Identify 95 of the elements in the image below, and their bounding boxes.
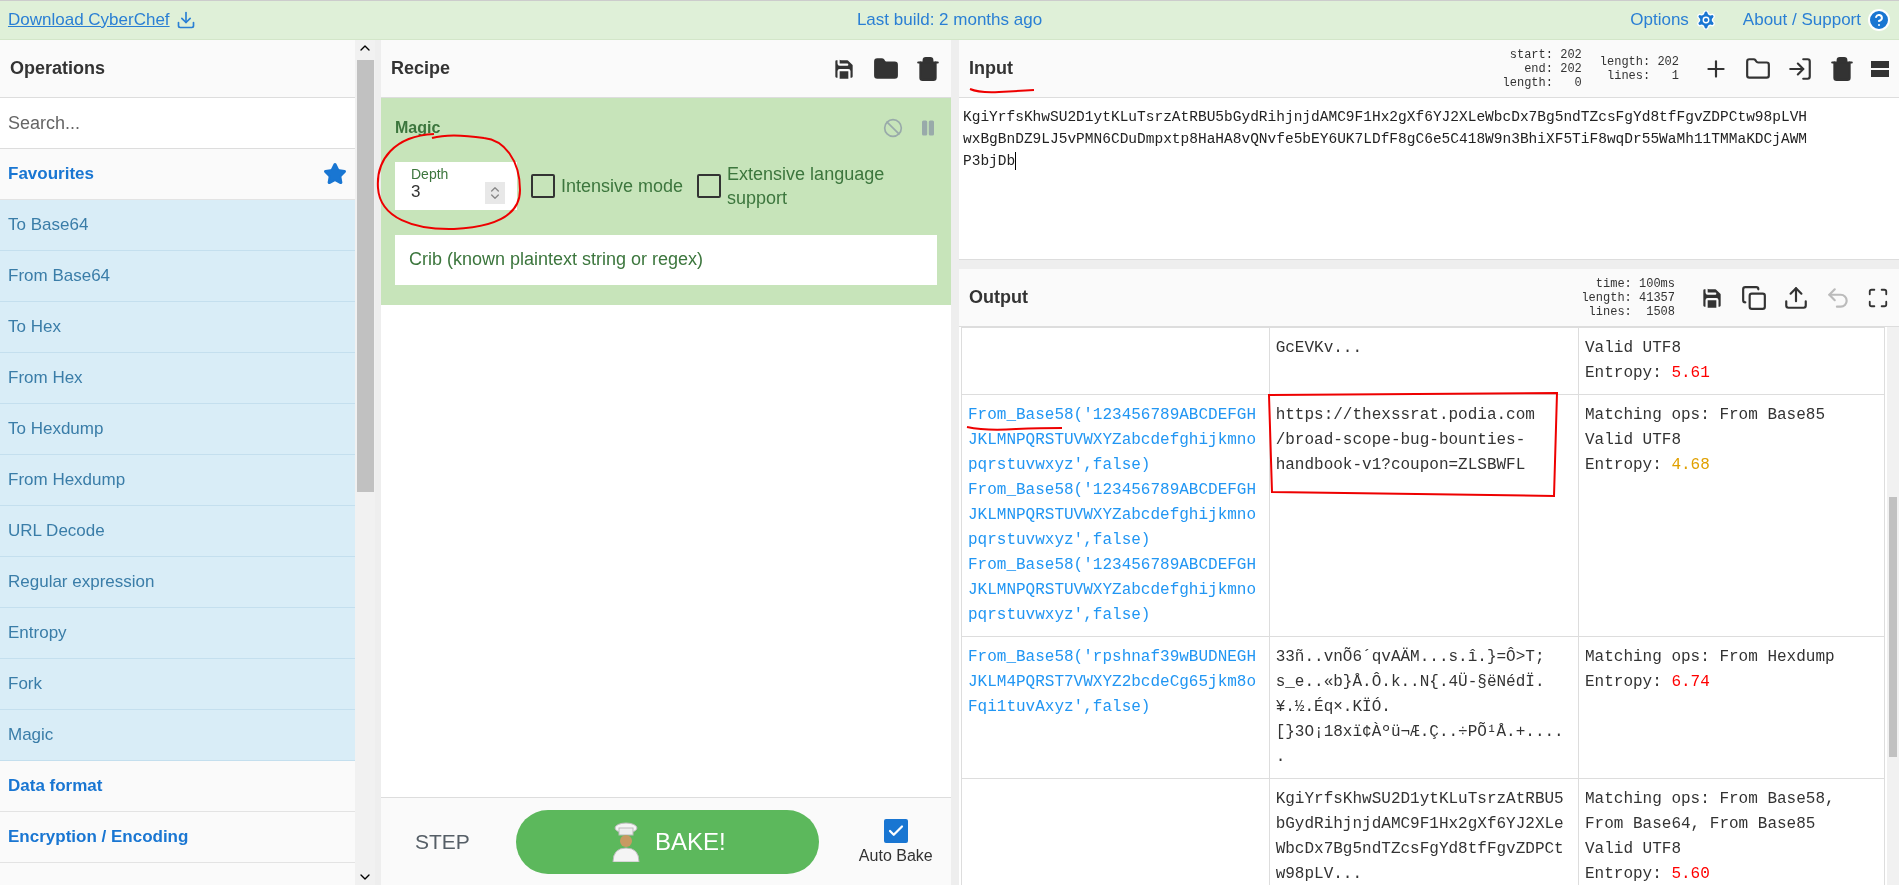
input-title: Input	[969, 58, 1013, 79]
checkbox-label: Intensive mode	[561, 175, 684, 199]
result-line: /broad-scope-bug-bounties-	[1275, 430, 1527, 451]
result-note: Matching ops: From Hexdump	[1585, 647, 1836, 668]
entropy-label: Entropy:	[1585, 672, 1662, 693]
result-line: GcEVKv...	[1275, 338, 1364, 359]
search-field[interactable]: Search...	[0, 98, 355, 149]
trash-icon[interactable]	[915, 55, 941, 82]
result-line: ¥.½.Éq×.KÏÓ.	[1275, 696, 1392, 718]
result-line: s_e..«b}Å.Ô.k..N{.4Ü-§ëNédÏ.	[1275, 671, 1546, 693]
input-text-line: KgiYrfsKhwSU2D1ytKLuTsrzAtRBU5bGydRihjnjdAMC9F1Hx2gXf6YJ2XLeWbcDx7Bg5ndTZcsFgYd8tfFgvZDPCtw98pLVH	[963, 109, 1808, 125]
import-icon[interactable]	[1787, 55, 1813, 82]
result-line: https://thexssrat.podia.com	[1275, 405, 1536, 426]
result-line: handbook-v1?coupon=ZLSBWFL	[1275, 455, 1527, 476]
last-build-text: Last build: 2 months ago	[856, 10, 1043, 30]
operations-title: Operations	[10, 58, 106, 79]
depth-label: Depth	[411, 166, 450, 183]
trash-icon[interactable]	[1829, 55, 1855, 82]
input-stat: length: 202	[1599, 54, 1679, 69]
entropy-value: 4.68	[1671, 455, 1710, 476]
result-line: WbcDx7Bg5ndTZcsFgYd8tfFgvZDPCt	[1275, 839, 1565, 860]
folder-icon[interactable]	[873, 55, 899, 82]
result-line: [}3O¡18xï¢Àºü¬Æ.Ç..÷PÕ¹Å.+....	[1275, 721, 1565, 743]
operation-title: Magic	[395, 119, 441, 137]
bake-button[interactable]: BAKE!	[515, 809, 819, 874]
result-line: bGydRihjnjdAMC9F1Hx2gXf6YJ2XLe	[1275, 814, 1565, 835]
depth-value: 3	[411, 182, 421, 203]
settings-icon	[1694, 9, 1717, 31]
operation-item[interactable]: Entropy	[0, 608, 355, 659]
input-stat: start: 202	[1509, 47, 1582, 62]
input-text-line: wxBgBnDZ9LJ5vPMN6CDuDmpxtp8HaHA8vQNvfe5bEY6UK7LDfF8gC6e5C418W9n3BhiXF5TiF8wqDr55WaMh11TMMaKDCjAWM	[963, 131, 1808, 147]
result-line: 33ñ..vnÕ6´qvAÄM...s.î.}=Ô>T;	[1275, 646, 1546, 668]
checkbox[interactable]	[531, 174, 555, 199]
step-button[interactable]: STEP	[409, 828, 476, 855]
about-link[interactable]: About / Support	[1742, 8, 1891, 32]
operation-item[interactable]: From Base64	[0, 251, 355, 302]
operation-item[interactable]: Regular expression	[0, 557, 355, 608]
operation-item[interactable]: URL Decode	[0, 506, 355, 557]
recipe-call[interactable]: From_Base58('123456789ABCDEFGHJKLMNPQRSTUVWXYZabcdefghijkmnopqrstuvwxyz',false)	[968, 403, 1257, 478]
operation-item[interactable]: To Hexdump	[0, 404, 355, 455]
input-text-line: P3bjDb	[963, 153, 1016, 169]
result-note: Matching ops: From Base85	[1585, 405, 1827, 426]
options-link[interactable]: Options	[1630, 9, 1717, 31]
result-note: Valid UTF8	[1585, 839, 1682, 860]
output-stat: time: 100ms	[1595, 276, 1675, 291]
result-line: w98pLV...	[1275, 864, 1364, 885]
category-label: Encryption / Encoding	[8, 827, 189, 847]
input-stat: lines: 1	[1607, 68, 1679, 83]
checkbox-label: Extensive language support	[727, 163, 886, 211]
entropy-label: Entropy:	[1585, 864, 1662, 885]
scrollbar-thumb[interactable]	[356, 60, 374, 492]
folder-icon[interactable]	[1745, 55, 1771, 82]
category-label: Data format	[8, 776, 103, 796]
help-icon	[1867, 8, 1891, 32]
copy-icon[interactable]	[1741, 284, 1767, 311]
result-note: Matching ops: From Base58, From Base64, From Base85	[1585, 789, 1836, 835]
scrollbar[interactable]	[1887, 327, 1899, 885]
download-icon	[175, 10, 196, 30]
output-stat: length: 41357	[1581, 290, 1675, 305]
result-note: Valid UTF8	[1585, 430, 1682, 451]
operation-item[interactable]: From Hexdump	[0, 455, 355, 506]
output-title: Output	[969, 287, 1028, 308]
entropy-label: Entropy:	[1585, 363, 1662, 384]
recipe-title: Recipe	[391, 58, 451, 79]
crib-field[interactable]: Crib (known plaintext string or regex)	[395, 234, 937, 285]
entropy-value: 5.61	[1671, 363, 1710, 384]
checkbox[interactable]	[697, 174, 722, 199]
download-link[interactable]: Download CyberChef	[8, 10, 636, 30]
operation-item[interactable]: From Hex	[0, 353, 355, 404]
operation-item[interactable]: To Hex	[0, 302, 355, 353]
recipe-call[interactable]: From_Base58('123456789ABCDEFGHJKLMNPQRSTUVWXYZabcdefghijkmnopqrstuvwxyz',false)	[968, 478, 1257, 553]
input-stat: length: 0	[1502, 75, 1582, 90]
maximize-icon[interactable]	[1867, 286, 1889, 309]
recipe-call[interactable]: From_Base58('123456789ABCDEFGHJKLMNPQRSTUVWXYZabcdefghijkmnopqrstuvwxyz',false)	[968, 553, 1257, 628]
upload-icon[interactable]	[1783, 284, 1809, 311]
auto-bake-checkbox[interactable]	[883, 818, 908, 843]
category-label: Favourites	[8, 164, 94, 184]
underline-annotation	[969, 86, 1035, 94]
spinner-icon[interactable]	[485, 182, 505, 205]
auto-bake-label: Auto Bake	[858, 846, 933, 865]
depth-field[interactable]: Depth 3	[395, 162, 517, 211]
entropy-label: Entropy:	[1585, 455, 1662, 476]
output-stat: lines: 1508	[1588, 304, 1675, 319]
result-line: KgiYrfsKhwSU2D1ytKLuTsrzAtRBU5	[1275, 789, 1565, 810]
entropy-value: 6.74	[1671, 672, 1710, 693]
operation-item[interactable]: Fork	[0, 659, 355, 710]
result-note: Valid UTF8	[1585, 338, 1682, 359]
input-stat: end: 202	[1524, 61, 1582, 76]
entropy-value: 5.60	[1671, 864, 1710, 885]
operation-item[interactable]: Magic	[0, 710, 355, 761]
star-icon	[323, 162, 347, 186]
recipe-call[interactable]: From_Base58('rpshnaf39wBUDNEGHJKLM4PQRST7VWXYZ2bcdeCg65jkm8oFqi1tuvAxyz',false)	[968, 645, 1257, 720]
operation-item[interactable]: To Base64	[0, 200, 355, 251]
chef-icon	[609, 821, 643, 862]
result-line: .	[1275, 747, 1287, 768]
